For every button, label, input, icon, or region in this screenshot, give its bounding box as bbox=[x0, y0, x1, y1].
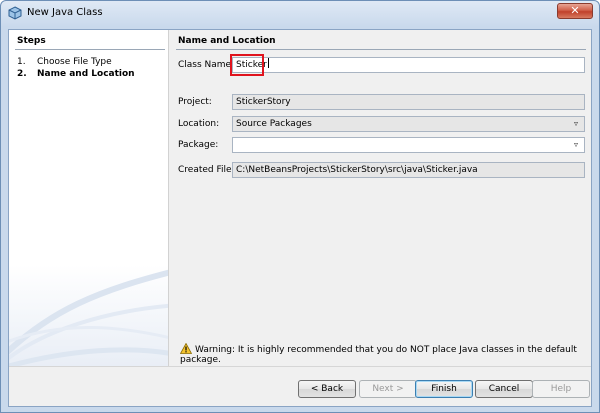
decorative-swirl-graphic bbox=[9, 269, 168, 366]
dialog-window: New Java Class ✕ Steps 1. Choose File Typ… bbox=[0, 0, 600, 413]
panel-title: Name and Location bbox=[178, 36, 276, 46]
chevron-down-icon[interactable]: ▿ bbox=[571, 117, 581, 131]
package-combo[interactable]: ▿ bbox=[232, 137, 585, 153]
cancel-button[interactable]: Cancel bbox=[475, 380, 533, 398]
created-file-value: C:\NetBeansProjects\StickerStory\src\jav… bbox=[236, 165, 478, 175]
text-caret bbox=[267, 58, 269, 68]
steps-divider bbox=[15, 49, 165, 50]
created-file-label: Created File: bbox=[178, 165, 235, 175]
chevron-down-icon[interactable]: ▿ bbox=[571, 138, 581, 152]
steps-title: Steps bbox=[17, 36, 46, 46]
next-button[interactable]: Next > bbox=[359, 380, 417, 398]
button-bar-divider bbox=[9, 366, 591, 367]
location-label: Location: bbox=[178, 119, 220, 129]
project-label: Project: bbox=[178, 97, 212, 107]
created-file-field: C:\NetBeansProjects\StickerStory\src\jav… bbox=[232, 162, 585, 178]
step-label: Name and Location bbox=[37, 69, 135, 79]
window-title: New Java Class bbox=[27, 7, 103, 18]
step-number: 2. bbox=[17, 69, 27, 79]
netbeans-cube-icon bbox=[8, 6, 22, 20]
steps-panel: Steps 1. Choose File Type 2. Name and Loca… bbox=[9, 30, 169, 366]
class-name-label: Class Name: bbox=[178, 60, 235, 70]
panel-divider bbox=[176, 49, 586, 50]
project-field: StickerStory bbox=[232, 94, 585, 110]
close-button[interactable]: ✕ bbox=[557, 3, 593, 19]
finish-button[interactable]: Finish bbox=[415, 380, 473, 398]
help-button[interactable]: Help bbox=[532, 380, 590, 398]
step-number: 1. bbox=[17, 57, 26, 67]
class-name-input[interactable]: Sticker bbox=[232, 57, 585, 73]
name-and-location-panel: Name and Location Class Name: Sticker Pr… bbox=[170, 30, 591, 366]
title-bar[interactable]: New Java Class ✕ bbox=[1, 1, 599, 25]
warning-text: Warning: It is highly recommended that y… bbox=[180, 345, 577, 365]
location-combo[interactable]: Source Packages ▿ bbox=[232, 116, 585, 132]
dialog-client-area: Steps 1. Choose File Type 2. Name and Loca… bbox=[8, 29, 592, 407]
step-choose-file-type: 1. Choose File Type bbox=[17, 57, 112, 67]
default-package-warning: Warning: It is highly recommended that y… bbox=[180, 343, 591, 365]
back-button[interactable]: < Back bbox=[298, 380, 356, 398]
step-label: Choose File Type bbox=[37, 57, 112, 67]
location-value: Source Packages bbox=[236, 119, 312, 129]
close-icon: ✕ bbox=[570, 4, 580, 17]
class-name-highlight-box bbox=[230, 54, 264, 76]
project-value: StickerStory bbox=[236, 97, 291, 107]
warning-triangle-icon bbox=[180, 343, 192, 354]
step-name-and-location: 2. Name and Location bbox=[17, 69, 135, 79]
package-label: Package: bbox=[178, 140, 219, 150]
